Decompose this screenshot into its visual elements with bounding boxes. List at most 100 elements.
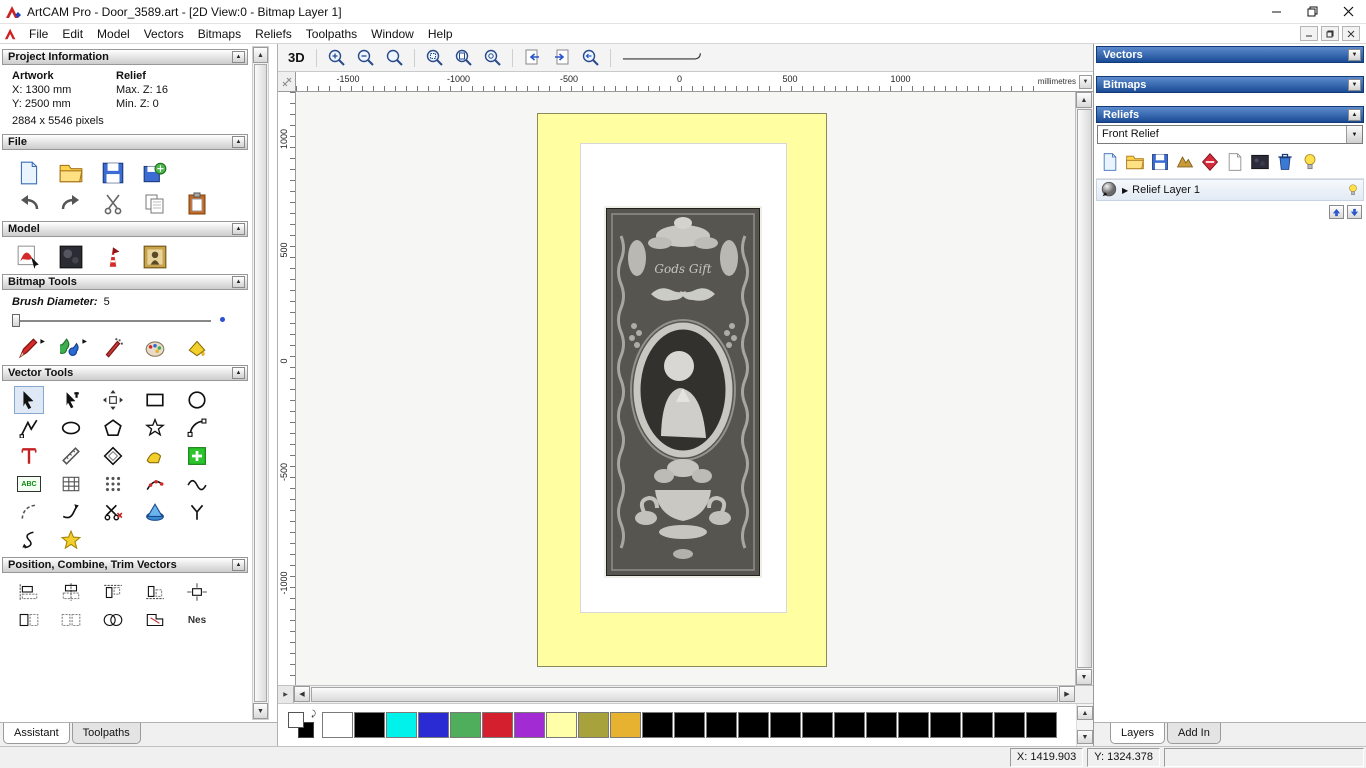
line-width-preview[interactable] xyxy=(618,47,710,69)
node-editing-tool[interactable] xyxy=(56,386,86,414)
reliefs-section-header[interactable]: Reliefs ▲ xyxy=(1096,106,1364,123)
palette-swatch-22[interactable] xyxy=(1026,712,1057,738)
align-left-icon[interactable] xyxy=(14,578,44,606)
palette-swatch-11[interactable] xyxy=(674,712,705,738)
paint-selective-flyout-arrow[interactable]: ▶ xyxy=(82,338,87,345)
brush-diameter-slider[interactable] xyxy=(10,314,225,328)
minimize-button[interactable] xyxy=(1258,0,1294,23)
menu-bitmaps[interactable]: Bitmaps xyxy=(191,25,248,43)
select-vectors-tool[interactable] xyxy=(14,386,44,414)
align-bottom-icon[interactable] xyxy=(140,578,170,606)
zoom-window-icon[interactable] xyxy=(422,47,447,69)
palette-swatch-10[interactable] xyxy=(642,712,673,738)
trim-vectors-tool[interactable] xyxy=(98,498,128,526)
section-profile-tool[interactable] xyxy=(14,526,44,554)
create-arc-tool[interactable] xyxy=(182,414,212,442)
join-vectors-tool[interactable] xyxy=(56,498,86,526)
paint-tool-flyout-arrow[interactable]: ▶ xyxy=(40,338,45,345)
smooth-curve-tool[interactable] xyxy=(182,470,212,498)
menu-model[interactable]: Model xyxy=(90,25,137,43)
nesting-tool[interactable]: Nes xyxy=(182,606,212,634)
create-rectangle-tool[interactable] xyxy=(140,386,170,414)
project-information-collapse-button[interactable]: ▲ xyxy=(232,51,245,63)
redo-icon[interactable] xyxy=(56,190,86,218)
group-vectors-icon[interactable] xyxy=(14,606,44,634)
move-layer-up-icon[interactable] xyxy=(1329,205,1344,219)
set-model-size-icon[interactable] xyxy=(14,243,44,271)
open-relief-icon[interactable] xyxy=(1125,152,1145,172)
mdi-close-button[interactable] xyxy=(1342,26,1360,41)
canvas-scroll-up-icon[interactable]: ▲ xyxy=(1076,92,1092,108)
grid-tool[interactable] xyxy=(56,470,86,498)
menu-vectors[interactable]: Vectors xyxy=(137,25,191,43)
menu-file[interactable]: File xyxy=(22,25,55,43)
palette-scroll-up-icon[interactable]: ▲ xyxy=(1077,706,1093,720)
palette-swatch-5[interactable] xyxy=(482,712,513,738)
align-top-icon[interactable] xyxy=(98,578,128,606)
palette-swatch-2[interactable] xyxy=(386,712,417,738)
next-view-icon[interactable] xyxy=(549,47,574,69)
units-dropdown-button[interactable]: ▼ xyxy=(1079,74,1092,89)
zoom-out-icon[interactable] xyxy=(353,47,378,69)
palette-swatch-0[interactable] xyxy=(322,712,353,738)
paste-icon[interactable] xyxy=(182,190,212,218)
palette-swatch-4[interactable] xyxy=(450,712,481,738)
save-relief-icon[interactable] xyxy=(1150,152,1170,172)
layer-visibility-icon[interactable] xyxy=(1346,183,1360,197)
save-model-icon[interactable] xyxy=(98,159,128,187)
close-button[interactable] xyxy=(1330,0,1366,23)
switch-3d-view-button[interactable]: 3D xyxy=(284,47,309,69)
transform-vectors-tool[interactable] xyxy=(98,386,128,414)
spray-tool-icon[interactable] xyxy=(98,334,128,362)
toggle-all-visibility-icon[interactable] xyxy=(1300,152,1320,172)
swap-colours-icon[interactable]: ⤸ xyxy=(311,709,316,719)
menu-window[interactable]: Window xyxy=(364,25,421,43)
paint-tool-icon[interactable]: ▶ xyxy=(14,334,45,362)
create-ellipse-tool[interactable] xyxy=(56,414,86,442)
canvas-scroll-right-icon[interactable]: ▶ xyxy=(1059,686,1075,702)
zoom-objects-icon[interactable] xyxy=(480,47,505,69)
create-polyline-tool[interactable] xyxy=(14,414,44,442)
previous-view-icon[interactable] xyxy=(520,47,545,69)
cut-icon[interactable] xyxy=(98,190,128,218)
assistant-scrollbar-thumb[interactable] xyxy=(254,64,267,702)
create-circle-tool[interactable] xyxy=(182,386,212,414)
mdi-minimize-button[interactable] xyxy=(1300,26,1318,41)
ungroup-vectors-icon[interactable] xyxy=(56,606,86,634)
mdi-restore-button[interactable] xyxy=(1321,26,1339,41)
palette-swatch-16[interactable] xyxy=(834,712,865,738)
scroll-up-icon[interactable]: ▲ xyxy=(253,47,268,63)
palette-swatch-8[interactable] xyxy=(578,712,609,738)
tab-assistant[interactable]: Assistant xyxy=(3,723,70,744)
pane-splitter-icon[interactable]: ▶ xyxy=(278,686,294,703)
array-copy-tool[interactable] xyxy=(98,470,128,498)
palette-swatch-3[interactable] xyxy=(418,712,449,738)
primary-secondary-colour-widget[interactable]: ⤸ xyxy=(288,709,316,738)
create-polygon-tool[interactable] xyxy=(98,414,128,442)
menu-reliefs[interactable]: Reliefs xyxy=(248,25,299,43)
palette-swatch-1[interactable] xyxy=(354,712,385,738)
copy-icon[interactable] xyxy=(140,190,170,218)
palette-swatch-14[interactable] xyxy=(770,712,801,738)
colour-palette-icon[interactable] xyxy=(140,334,170,362)
delete-relief-layer-icon[interactable] xyxy=(1275,152,1295,172)
flood-fill-icon[interactable] xyxy=(182,334,212,362)
blank-relief-icon[interactable] xyxy=(1225,152,1245,172)
canvas-scroll-down-icon[interactable]: ▼ xyxy=(1076,669,1092,685)
vectors-section-header[interactable]: Vectors ▼ xyxy=(1096,46,1364,63)
convert-text-tool[interactable]: ABC xyxy=(14,470,44,498)
interpolate-tool[interactable] xyxy=(140,498,170,526)
paint-selective-icon[interactable]: ▶ xyxy=(56,334,87,362)
restore-button[interactable] xyxy=(1294,0,1330,23)
new-relief-layer-icon[interactable] xyxy=(1100,152,1120,172)
primary-colour-swatch[interactable] xyxy=(288,712,304,728)
export-model-icon[interactable] xyxy=(140,159,170,187)
relief-layer-name[interactable]: Relief Layer 1 xyxy=(1132,184,1342,196)
vector-tools-collapse-button[interactable]: ▲ xyxy=(232,367,245,379)
undo-icon[interactable] xyxy=(14,190,44,218)
new-model-icon[interactable] xyxy=(14,159,44,187)
canvas-vertical-scrollbar[interactable]: ▲ ▼ xyxy=(1075,92,1093,685)
subtract-relief-icon[interactable] xyxy=(1200,152,1220,172)
canvas-hscroll-thumb[interactable] xyxy=(311,687,1058,702)
reliefs-collapse-button[interactable]: ▲ xyxy=(1348,108,1361,121)
